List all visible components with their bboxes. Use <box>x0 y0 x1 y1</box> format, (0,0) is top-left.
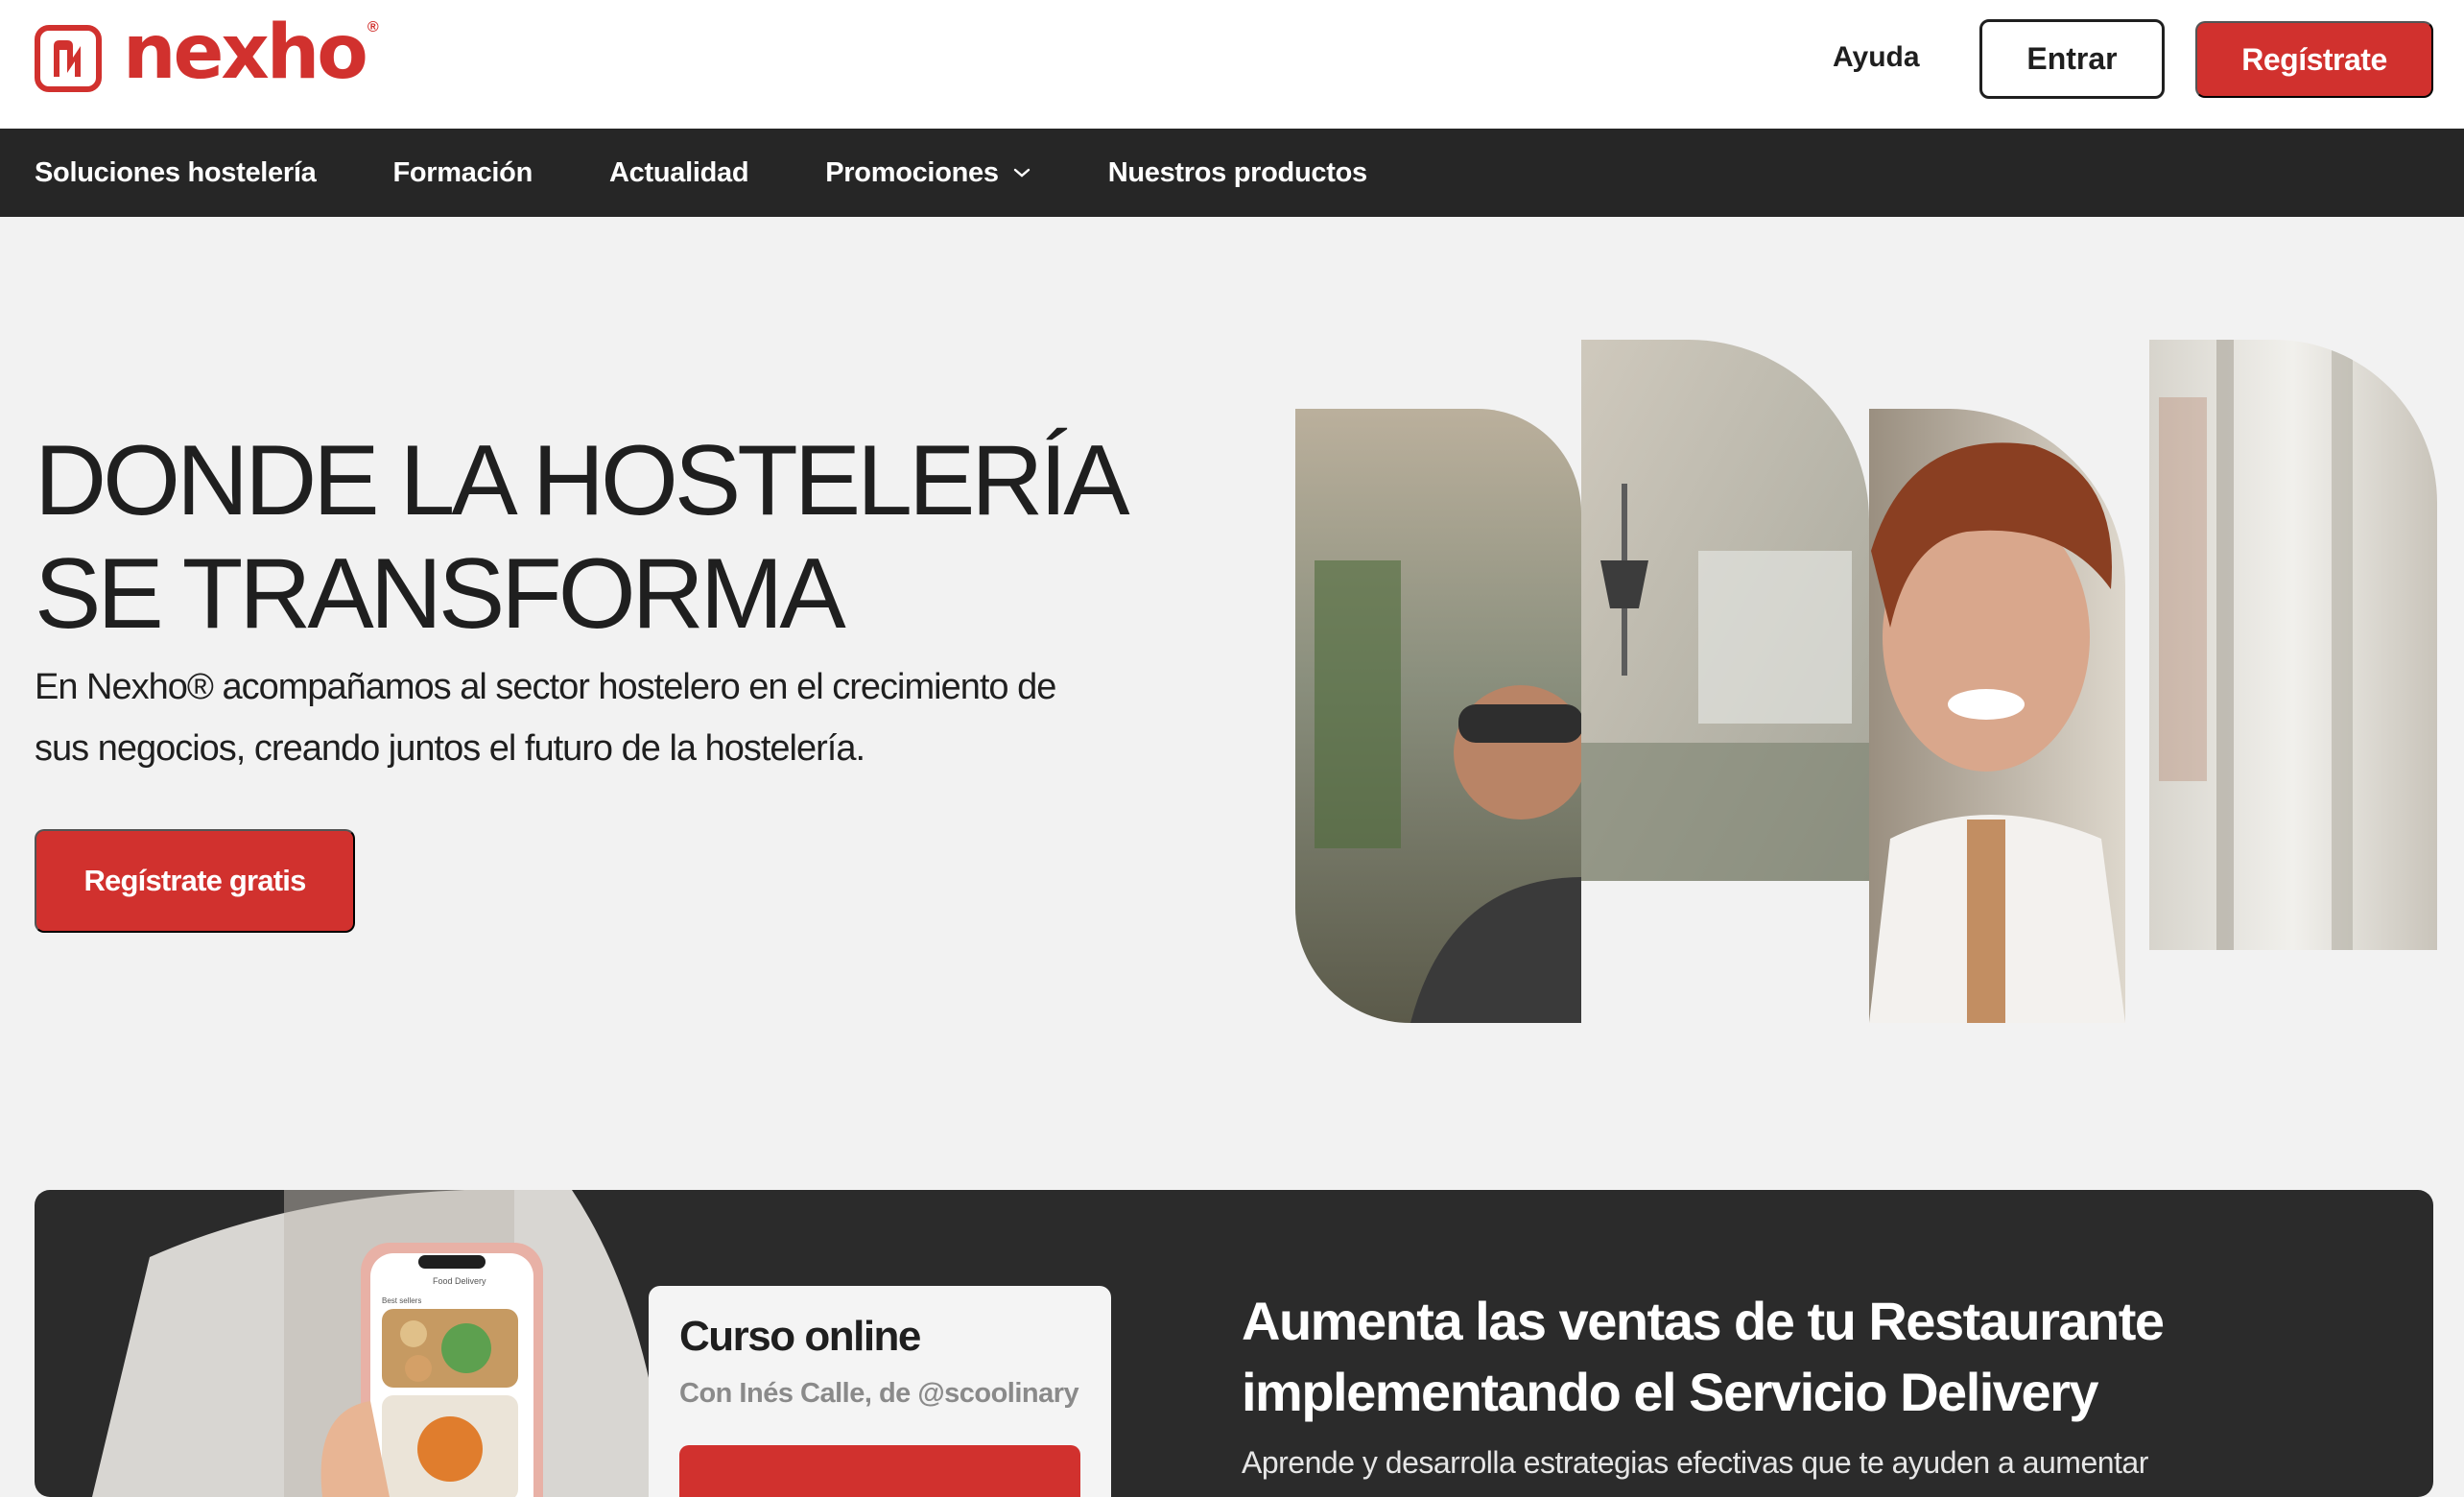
course-info-card[interactable]: Curso online Con Inés Calle, de @scoolin… <box>649 1286 1111 1497</box>
nav-item-soluciones[interactable]: Soluciones hostelería <box>35 156 317 189</box>
hero-title-line-2: SE TRANSFORMA <box>35 538 846 650</box>
main-nav: Soluciones hostelería Formación Actualid… <box>0 129 2464 217</box>
promo-title-line-2: implementando el Servicio Delivery <box>1242 1362 2099 1422</box>
hero-subtitle-line-2: sus negocios, creando juntos el futuro d… <box>35 728 865 769</box>
nav-item-label: Nuestros productos <box>1107 156 1367 188</box>
hero-subtitle: En Nexho® acompañamos al sector hosteler… <box>35 656 1186 779</box>
chevron-down-icon <box>1013 168 1030 178</box>
nexho-logo-icon <box>35 25 102 92</box>
nav-item-actualidad[interactable]: Actualidad <box>609 156 749 189</box>
login-button[interactable]: Entrar <box>1979 19 2165 99</box>
hero-title-line-1: DONDE LA HOSTELERÍA <box>35 425 1130 536</box>
nav-item-formacion[interactable]: Formación <box>392 157 533 189</box>
promo-description: Aprende y desarrolla estrategias efectiv… <box>1242 1445 2148 1480</box>
hero-photo-collage <box>1295 340 2437 1023</box>
top-header: nexho ® Ayuda Entrar Regístrate <box>0 0 2464 129</box>
register-button[interactable]: Regístrate <box>2195 21 2433 98</box>
register-free-button[interactable]: Regístrate gratis <box>35 829 355 933</box>
help-link[interactable]: Ayuda <box>1833 36 1920 79</box>
nav-item-label: Promociones <box>825 156 999 188</box>
hero-section: DONDE LA HOSTELERÍA SE TRANSFORMA En Nex… <box>0 217 2464 1144</box>
nav-item-promociones[interactable]: Promociones <box>825 157 1031 189</box>
promo-title: Aumenta las ventas de tu Restaurante imp… <box>1242 1286 2393 1428</box>
logo-wordmark: nexho <box>123 10 368 96</box>
course-title: Curso online <box>679 1313 921 1360</box>
nexho-logo[interactable]: nexho ® <box>35 15 379 98</box>
course-cta-button[interactable] <box>679 1445 1080 1497</box>
phone-section-text: Best sellers <box>382 1296 421 1305</box>
hero-title: DONDE LA HOSTELERÍA SE TRANSFORMA <box>35 424 1224 651</box>
logo-registered-mark: ® <box>367 19 379 36</box>
nav-item-label: Soluciones hostelería <box>35 156 317 188</box>
nav-item-productos[interactable]: Nuestros productos <box>1108 157 1367 189</box>
phone-header-text: Food Delivery <box>433 1276 486 1286</box>
course-author: Con Inés Calle, de @scoolinary <box>679 1378 1079 1409</box>
promo-course-banner[interactable]: Food Delivery Best sellers Curso online … <box>35 1190 2433 1497</box>
nav-item-label: Actualidad <box>609 156 749 188</box>
promo-title-line-1: Aumenta las ventas de tu Restaurante <box>1242 1291 2165 1351</box>
nav-item-label: Formación <box>392 156 533 188</box>
hero-subtitle-line-1: En Nexho® acompañamos al sector hosteler… <box>35 667 1056 707</box>
